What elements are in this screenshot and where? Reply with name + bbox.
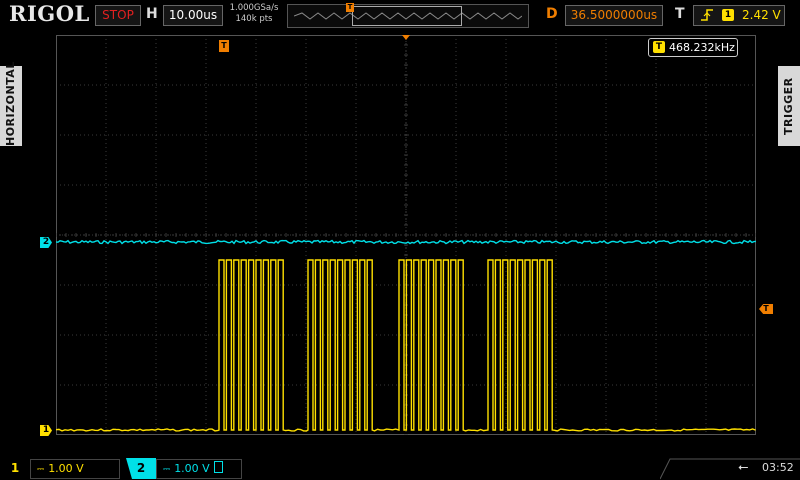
waveform-display[interactable]: T 468.232kHz <box>56 35 756 435</box>
delay-label: D <box>546 6 558 22</box>
rising-edge-icon <box>700 8 714 25</box>
acquisition-info: 1.000GSa/s 140k pts <box>226 3 282 25</box>
timebase-value[interactable]: 10.00us <box>163 5 223 26</box>
memory-view-window[interactable] <box>352 6 462 26</box>
bandwidth-limit-icon <box>213 461 223 473</box>
ch2-number: 2 <box>126 458 156 479</box>
trigger-tab-label: TRIGGER <box>778 66 800 146</box>
frequency-value: 468.232kHz <box>669 41 735 54</box>
channel-status-bar: 1 ⎓ 1.00 V 2 ⎓ 1.00 V ⭠ 03:52 <box>0 458 800 480</box>
trigger-source-badge: 1 <box>722 9 734 21</box>
brand-logo: RIGOL <box>9 1 90 26</box>
frequency-measurement[interactable]: T 468.232kHz <box>648 38 738 57</box>
trigger-level-marker[interactable]: T <box>759 304 773 314</box>
waveform-canvas <box>56 35 756 435</box>
ch1-info: ⎓ 1.00 V <box>30 459 120 479</box>
horizontal-delay-value[interactable]: 36.5000000us <box>565 5 663 26</box>
ch1-number: 1 <box>10 461 20 475</box>
trigger-label: T <box>675 6 685 22</box>
memory-trigger-marker: T <box>346 3 354 12</box>
trigger-level-value: 2.42 V <box>742 8 781 22</box>
horizontal-label: H <box>146 6 158 22</box>
horizontal-side-tab[interactable]: HORIZONTAL <box>0 30 22 458</box>
dc-coupling-icon: ⎓ <box>163 465 171 475</box>
run-stop-status[interactable]: STOP <box>95 5 141 26</box>
ch1-settings[interactable]: 1 ⎓ 1.00 V <box>0 458 120 479</box>
ch2-offset-marker[interactable]: 2 <box>40 237 52 248</box>
ch2-settings[interactable]: 2 ⎓ 1.00 V <box>126 458 242 479</box>
trigger-center-arrow <box>402 35 410 40</box>
ch1-scale: 1.00 V <box>48 462 84 475</box>
ch1-trace <box>56 259 756 432</box>
dc-coupling-icon: ⎓ <box>37 465 45 475</box>
system-clock: 03:52 <box>762 461 794 474</box>
horizontal-tab-label: HORIZONTAL <box>0 61 22 146</box>
measure-source-icon: T <box>653 41 665 53</box>
trigger-side-tab[interactable]: TRIGGER <box>778 30 800 458</box>
memory-overview-bar <box>287 4 529 28</box>
memory-depth: 140k pts <box>235 14 273 24</box>
ch2-scale: 1.00 V <box>174 462 210 475</box>
sample-rate: 1.000GSa/s <box>229 3 279 13</box>
usb-icon: ⭠ <box>738 460 749 475</box>
ch1-offset-marker[interactable]: 1 <box>40 425 52 436</box>
top-status-bar: RIGOL STOP H 10.00us 1.000GSa/s 140k pts… <box>0 0 800 30</box>
ch2-info: ⎓ 1.00 V <box>156 459 242 479</box>
trigger-position-marker[interactable]: T <box>219 40 229 52</box>
trigger-settings[interactable]: 1 2.42 V <box>693 5 785 26</box>
